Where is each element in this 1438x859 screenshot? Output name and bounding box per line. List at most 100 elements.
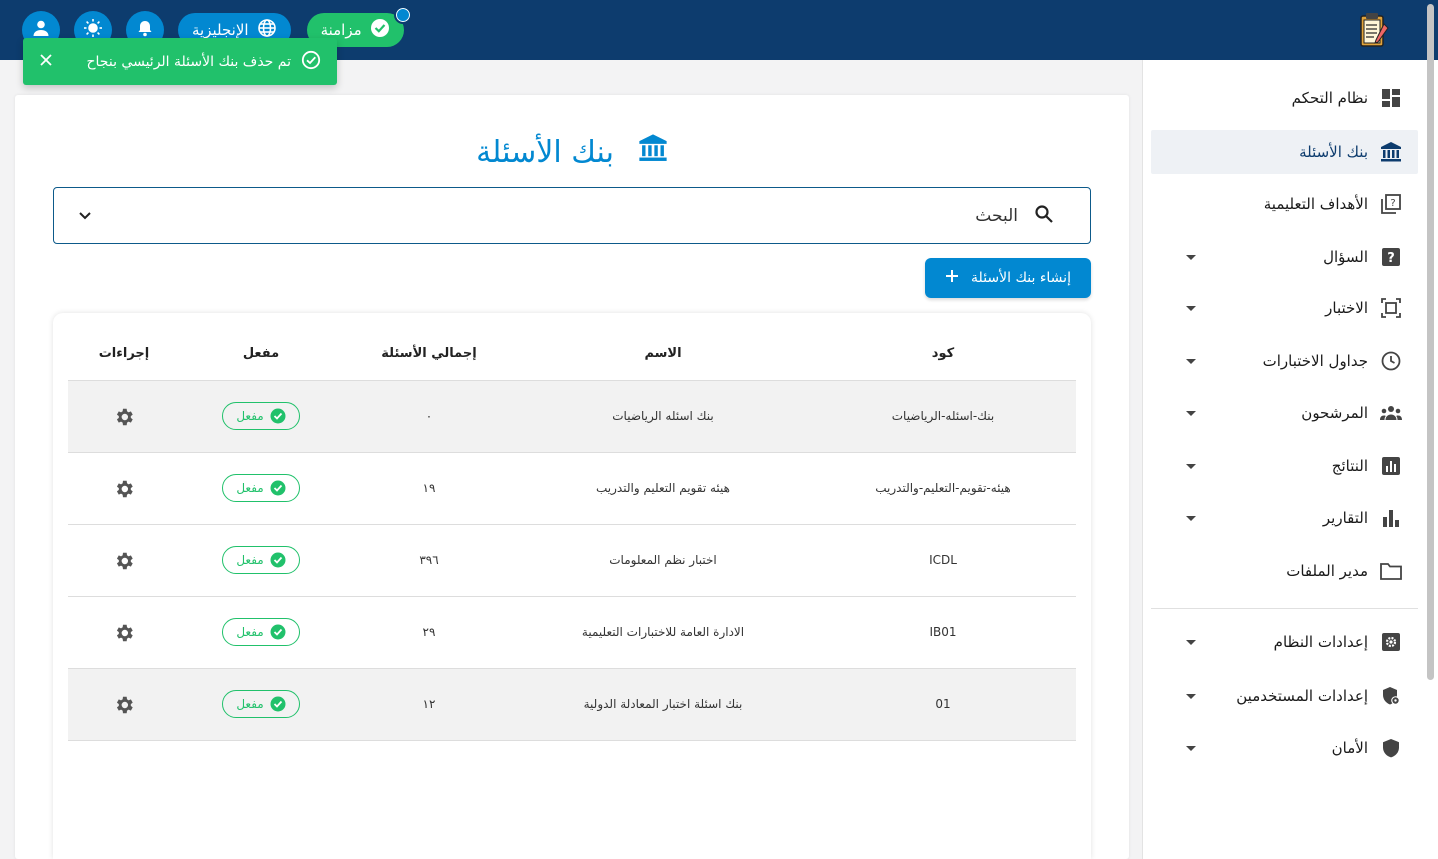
column-header-active[interactable]: مفعل <box>243 346 279 361</box>
cell-total: ١٩ <box>422 481 436 495</box>
sidebar-item-exam-schedules[interactable]: جداول الاختبارات <box>1142 339 1438 383</box>
question-banks-table: كود الاسم إجمالي الأسئلة مفعل إجراءات بن… <box>53 313 1091 859</box>
chevron-down-icon[interactable] <box>1186 410 1196 416</box>
sidebar-item-question-bank[interactable]: بنك الأسئلة <box>1151 130 1418 174</box>
sidebar-item-label: السؤال <box>1323 248 1368 266</box>
sidebar-item-exam[interactable]: الاختبار <box>1142 286 1438 330</box>
table-row: هيئه-تقويم-التعليم-والتدريب هيئه تقويم ا… <box>68 453 1076 525</box>
cell-total: ١٢ <box>422 697 436 711</box>
sidebar-item-label: مدير الملفات <box>1286 562 1368 580</box>
cell-name: بنك اسئله الرياضيات <box>612 409 714 423</box>
table-row: ICDL اختبار نظم المعلومات ٣٩٦ مفعل <box>68 525 1076 597</box>
language-label: الإنجليزية <box>192 21 249 39</box>
status-label: مفعل <box>236 481 264 495</box>
toast-message: تم حذف بنك الأسئلة الرئيسي بنجاح <box>86 53 292 70</box>
sync-label: مزامنة <box>320 21 362 39</box>
cell-code: هيئه-تقويم-التعليم-والتدريب <box>875 481 1011 495</box>
verified-icon <box>270 408 286 424</box>
sidebar-item-reports[interactable]: التقارير <box>1142 496 1438 540</box>
status-badge: مفعل <box>222 402 300 430</box>
sidebar-item-label: إعدادات النظام <box>1273 633 1368 651</box>
results-icon <box>1380 455 1402 477</box>
column-header-code[interactable]: كود <box>932 346 954 361</box>
chevron-down-icon[interactable] <box>78 206 92 225</box>
cell-name: اختبار نظم المعلومات <box>609 553 717 567</box>
people-icon <box>1380 402 1402 424</box>
table-row: IB01 الادارة العامة للاختبارات التعليمية… <box>68 597 1076 669</box>
cell-name: الادارة العامة للاختبارات التعليمية <box>581 625 745 639</box>
svg-text:?: ? <box>1390 198 1395 209</box>
chevron-down-icon[interactable] <box>1186 515 1196 521</box>
gear-icon[interactable] <box>113 622 135 644</box>
column-header-actions: إجراءات <box>98 346 150 361</box>
sidebar-item-label: المرشحون <box>1301 404 1368 422</box>
chevron-down-icon[interactable] <box>1186 463 1196 469</box>
sidebar-item-candidates[interactable]: المرشحون <box>1142 391 1438 435</box>
cell-total: ٠ <box>425 409 433 423</box>
system-settings-icon <box>1380 631 1402 653</box>
cell-code: ICDL <box>929 553 957 567</box>
chevron-down-icon[interactable] <box>1186 639 1196 645</box>
cell-code: 01 <box>935 697 951 711</box>
page-title-text: بنك الأسئلة <box>476 134 614 170</box>
sidebar-item-user-settings[interactable]: إعدادات المستخدمين <box>1142 674 1438 718</box>
sidebar-divider <box>1151 608 1418 609</box>
sidebar-item-label: إعدادات المستخدمين <box>1236 687 1368 705</box>
sidebar: نظام التحكم بنك الأسئلة ? الأهداف التعلي… <box>1142 60 1438 859</box>
check-circle-outline-icon <box>301 50 321 74</box>
status-badge: مفعل <box>222 618 300 646</box>
sidebar-item-label: بنك الأسئلة <box>1299 143 1368 161</box>
cell-code: بنك-اسئله-الرياضيات <box>891 409 995 423</box>
close-icon[interactable] <box>39 52 53 71</box>
cell-name: هيئه تقويم التعليم والتدريب <box>596 481 730 495</box>
gear-icon[interactable] <box>113 550 135 572</box>
scrollbar-thumb[interactable] <box>1427 4 1434 680</box>
column-header-name[interactable]: الاسم <box>644 346 681 361</box>
page-title: بنك الأسئلة <box>15 133 1129 171</box>
chevron-down-icon[interactable] <box>1186 305 1196 311</box>
table-row: بنك-اسئله-الرياضيات بنك اسئله الرياضيات … <box>68 381 1076 453</box>
chevron-down-icon[interactable] <box>1186 358 1196 364</box>
objectives-icon: ? <box>1380 193 1402 215</box>
sidebar-item-results[interactable]: النتائج <box>1142 444 1438 488</box>
exam-icon <box>1380 297 1402 319</box>
page-scrollbar[interactable] <box>1427 0 1436 859</box>
status-label: مفعل <box>236 553 264 567</box>
chevron-down-icon[interactable] <box>1186 745 1196 751</box>
sync-indicator-dot <box>393 6 412 24</box>
sidebar-item-label: الأمان <box>1331 739 1368 757</box>
create-button-label: إنشاء بنك الأسئلة <box>971 270 1071 286</box>
chevron-down-icon[interactable] <box>1186 693 1196 699</box>
sidebar-item-label: التقارير <box>1322 509 1368 527</box>
sidebar-item-question[interactable]: ? السؤال <box>1142 235 1438 279</box>
chevron-down-icon[interactable] <box>1186 254 1196 260</box>
table-row: 01 بنك اسئلة اختبار المعادلة الدولية ١٢ … <box>68 669 1076 741</box>
sidebar-item-label: النتائج <box>1331 457 1368 475</box>
bank-icon <box>1380 141 1402 163</box>
gear-icon[interactable] <box>113 406 135 428</box>
exam-clipboard-icon[interactable] <box>1354 10 1394 50</box>
sidebar-item-file-manager[interactable]: مدير الملفات <box>1142 549 1438 593</box>
sidebar-item-system-settings[interactable]: إعدادات النظام <box>1142 620 1438 664</box>
shield-icon <box>1380 737 1402 759</box>
gear-icon[interactable] <box>113 694 135 716</box>
sidebar-item-dashboard[interactable]: نظام التحكم <box>1142 76 1438 120</box>
sidebar-item-label: الأهداف التعليمية <box>1263 195 1368 213</box>
cell-total: ٢٩ <box>422 625 436 639</box>
reports-icon <box>1380 507 1402 529</box>
sidebar-item-label: الاختبار <box>1325 299 1368 317</box>
create-question-bank-button[interactable]: إنشاء بنك الأسئلة <box>925 258 1091 298</box>
gear-icon[interactable] <box>113 478 135 500</box>
verified-icon <box>270 552 286 568</box>
sidebar-item-objectives[interactable]: ? الأهداف التعليمية <box>1142 182 1438 226</box>
search-filter[interactable]: البحث <box>53 187 1091 244</box>
status-label: مفعل <box>236 409 264 423</box>
success-toast: تم حذف بنك الأسئلة الرئيسي بنجاح <box>23 38 337 85</box>
folder-icon <box>1380 560 1402 582</box>
verified-icon <box>270 624 286 640</box>
status-label: مفعل <box>236 697 264 711</box>
sidebar-item-label: نظام التحكم <box>1291 89 1368 107</box>
column-header-total[interactable]: إجمالي الأسئلة <box>381 346 476 361</box>
sidebar-item-security[interactable]: الأمان <box>1142 726 1438 770</box>
svg-text:?: ? <box>1387 251 1395 266</box>
